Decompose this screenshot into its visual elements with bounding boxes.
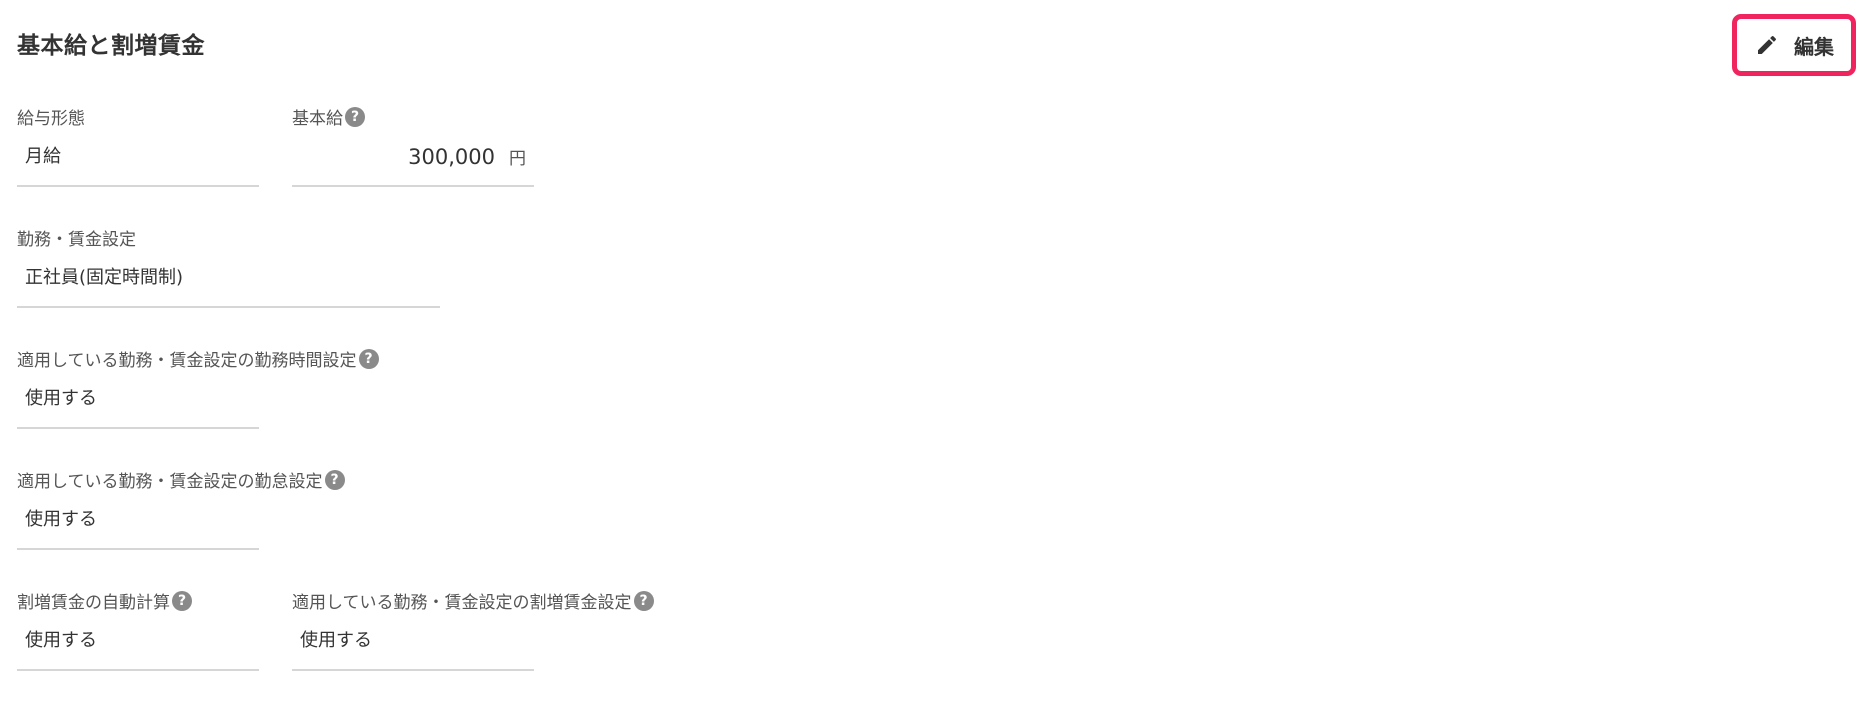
base-pay-unit: 円 bbox=[509, 149, 526, 169]
pay-type-underline bbox=[17, 185, 259, 187]
edit-button[interactable]: 編集 bbox=[1732, 14, 1856, 76]
help-icon[interactable]: ? bbox=[172, 590, 192, 611]
help-icon[interactable]: ? bbox=[324, 469, 345, 490]
applied-attendance-underline bbox=[17, 548, 259, 550]
applied-overtime-field: 適用している勤務・賃金設定の割増賃金設定 ? 使用する bbox=[292, 588, 712, 673]
help-icon[interactable]: ? bbox=[345, 106, 365, 127]
edit-label: 編集 bbox=[1794, 34, 1834, 59]
pay-type-value: 月給 bbox=[25, 146, 61, 167]
base-pay-field: 基本給 ? 300,000 円 bbox=[292, 104, 536, 189]
applied-overtime-underline bbox=[292, 669, 534, 671]
work-wage-setting-value: 正社員(固定時間制) bbox=[25, 267, 184, 288]
section-title: 基本給と割増賃金 bbox=[17, 33, 205, 59]
work-wage-setting-field: 勤務・賃金設定 正社員(固定時間制) bbox=[17, 225, 442, 310]
work-wage-setting-label: 勤務・賃金設定 bbox=[17, 230, 136, 250]
base-pay-underline bbox=[292, 185, 534, 187]
overtime-auto-calc-field: 割増賃金の自動計算 ? 使用する bbox=[17, 588, 277, 673]
applied-work-hours-value: 使用する bbox=[25, 388, 97, 409]
pay-type-label: 給与形態 bbox=[17, 109, 85, 129]
base-pay-value: 300,000 円 bbox=[292, 142, 534, 172]
applied-attendance-field: 適用している勤務・賃金設定の勤怠設定 ? 使用する bbox=[17, 467, 417, 552]
overtime-auto-calc-label: 割増賃金の自動計算 ? bbox=[17, 588, 192, 613]
applied-attendance-value: 使用する bbox=[25, 509, 97, 530]
applied-overtime-label: 適用している勤務・賃金設定の割増賃金設定 ? bbox=[292, 588, 654, 613]
applied-attendance-label: 適用している勤務・賃金設定の勤怠設定 ? bbox=[17, 467, 345, 492]
overtime-auto-calc-underline bbox=[17, 669, 259, 671]
applied-work-hours-field: 適用している勤務・賃金設定の勤務時間設定 ? 使用する bbox=[17, 346, 417, 431]
applied-work-hours-underline bbox=[17, 427, 259, 429]
applied-overtime-value: 使用する bbox=[300, 630, 372, 651]
help-icon[interactable]: ? bbox=[358, 348, 379, 369]
applied-work-hours-label: 適用している勤務・賃金設定の勤務時間設定 ? bbox=[17, 346, 379, 371]
pay-type-field: 給与形態 月給 bbox=[17, 104, 261, 189]
work-wage-setting-underline bbox=[17, 306, 440, 308]
pencil-icon bbox=[1754, 32, 1780, 58]
base-pay-amount: 300,000 bbox=[408, 145, 495, 169]
overtime-auto-calc-value: 使用する bbox=[25, 630, 97, 651]
help-icon[interactable]: ? bbox=[633, 590, 654, 611]
base-pay-label: 基本給 ? bbox=[292, 104, 365, 129]
